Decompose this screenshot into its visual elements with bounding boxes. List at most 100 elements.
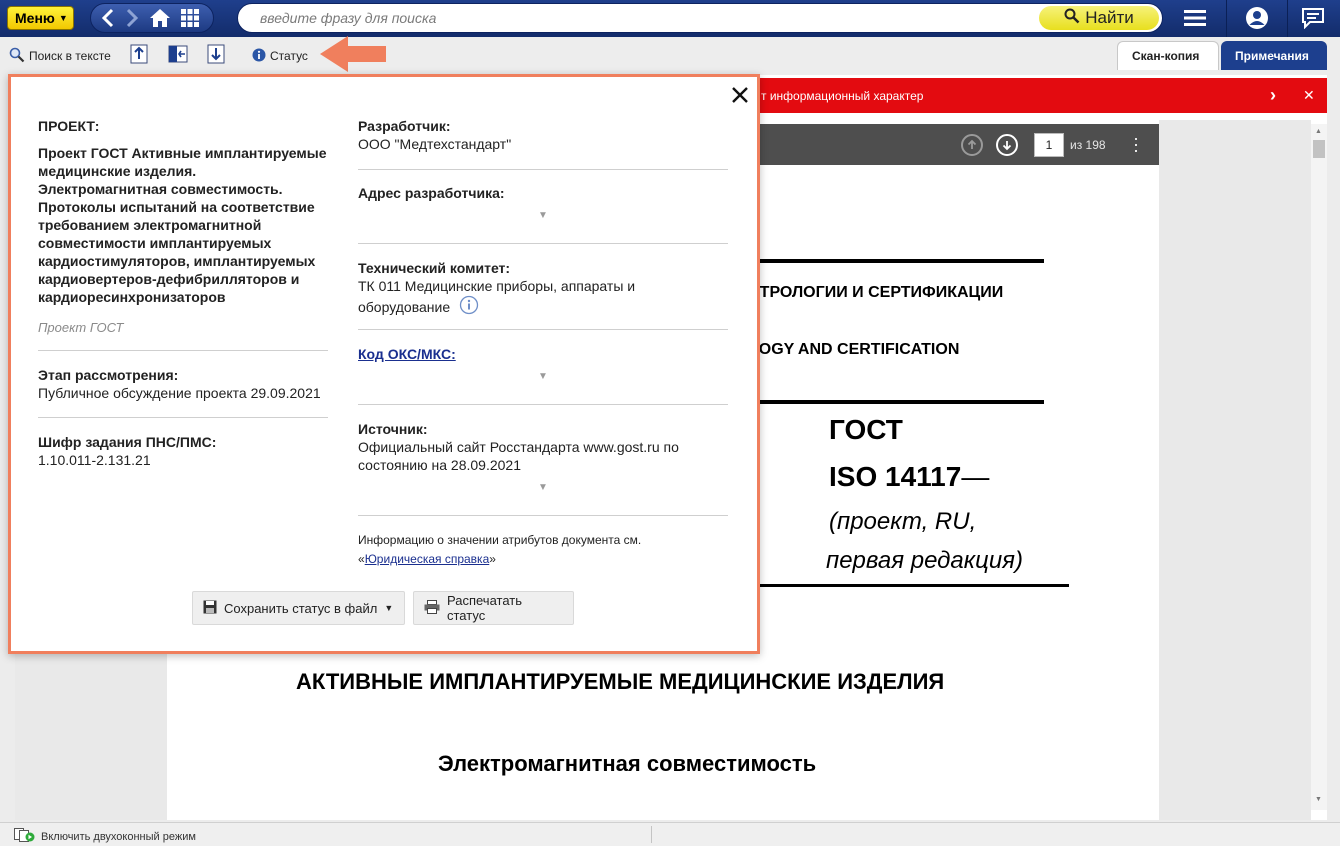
top-bar: Меню ▼ Найти: [0, 0, 1340, 37]
document-iso-number: ISO 14117: [829, 461, 962, 492]
legal-reference-link[interactable]: Юридическая справка: [365, 552, 490, 566]
search-in-text-button[interactable]: Поиск в тексте: [9, 46, 111, 66]
cipher-value: 1.10.011-2.131.21: [38, 452, 151, 468]
legal-info-note: Информацию о значении атрибутов документ…: [358, 531, 728, 569]
download-document-button[interactable]: [207, 44, 225, 65]
chevron-right-icon[interactable]: ›: [1270, 85, 1276, 106]
expand-triangle-icon[interactable]: ▼: [538, 210, 548, 221]
scroll-up-icon[interactable]: ▲: [1315, 128, 1322, 135]
project-title-line: требованием электромагнитной: [38, 217, 262, 233]
scroll-thumb[interactable]: [1313, 140, 1325, 158]
floppy-disk-icon: [203, 600, 217, 617]
page-number-input[interactable]: 1: [1034, 133, 1064, 157]
project-title-line: медицинские изделия.: [38, 163, 197, 179]
status-button-label: Статус: [270, 49, 308, 63]
scroll-down-icon[interactable]: ▼: [1315, 796, 1322, 803]
open-quote: «: [358, 552, 365, 566]
expand-triangle-icon[interactable]: ▼: [538, 482, 548, 493]
document-rule: [741, 259, 1044, 263]
magnifier-icon: [1064, 8, 1080, 29]
document-iso: ISO 14117—: [829, 461, 989, 493]
divider: [358, 169, 728, 170]
save-status-label: Сохранить статус в файл: [224, 600, 378, 616]
forward-arrow-icon[interactable]: [125, 8, 139, 28]
project-title-line: кардиовертеров-дефибрилляторов и: [38, 271, 300, 287]
legal-info-link-row: «Юридическая справка»: [358, 550, 728, 569]
stage-section: Этап рассмотрения: Публичное обсуждение …: [38, 366, 338, 402]
tab-notes-label: Примечания: [1235, 48, 1309, 63]
grid-icon[interactable]: [181, 9, 199, 27]
project-title-line: совместимости имплантируемых: [38, 235, 272, 251]
caret-down-icon: ▼: [58, 13, 68, 23]
committee-value-line2: оборудование: [358, 299, 451, 315]
menu-button-label: Меню: [15, 10, 55, 26]
previous-page-icon[interactable]: [961, 134, 983, 156]
home-icon[interactable]: [149, 8, 171, 28]
dropdown-caret-icon: ▼: [384, 603, 394, 613]
export-document-button[interactable]: [130, 44, 148, 65]
close-popup-icon[interactable]: [730, 85, 752, 107]
viewer-right-gutter: [1159, 120, 1311, 820]
divider: [358, 515, 728, 516]
info-circle-icon[interactable]: [459, 295, 479, 319]
expand-triangle-icon[interactable]: ▼: [538, 371, 548, 382]
source-value-line1: Официальный сайт Росстандарта www.gost.r…: [358, 439, 679, 455]
project-title-line: Проект ГОСТ Активные имплантируемые: [38, 145, 327, 161]
source-label: Источник:: [358, 421, 428, 437]
dual-window-toggle[interactable]: Включить двухоконный режим: [14, 828, 196, 845]
info-icon: [252, 48, 266, 65]
save-status-button[interactable]: Сохранить статус в файл ▼: [192, 591, 405, 625]
project-type: Проект ГОСТ: [38, 320, 124, 335]
project-title-line: кардиоресинхронизаторов: [38, 289, 226, 305]
more-options-icon[interactable]: · · ·: [1132, 129, 1140, 159]
find-button[interactable]: Найти: [1039, 6, 1159, 30]
developer-address-label: Адрес разработчика:: [358, 185, 505, 201]
document-gost: ГОСТ: [829, 414, 903, 445]
status-popup: ПРОЕКТ: Проект ГОСТ Активные имплантируе…: [8, 74, 760, 654]
alert-message: т информационный характер: [761, 89, 924, 103]
committee-label: Технический комитет:: [358, 260, 511, 276]
document-header-en: LOGY AND CERTIFICATION: [749, 341, 960, 358]
status-bar: Включить двухоконный режим: [0, 822, 1340, 846]
find-button-label: Найти: [1085, 8, 1134, 27]
user-profile-icon[interactable]: [1242, 4, 1272, 32]
dual-window-icon: [14, 828, 36, 845]
vertical-scrollbar[interactable]: ▲ ▼: [1311, 124, 1327, 810]
document-edition: первая редакция): [826, 547, 1023, 574]
developer-section: Разработчик: ООО "Медтехстандарт": [358, 117, 728, 153]
next-page-icon[interactable]: [996, 134, 1018, 156]
source-section: Источник: Официальный сайт Росстандарта …: [358, 420, 728, 474]
menu-button[interactable]: Меню ▼: [7, 6, 74, 30]
page-total: из 198: [1070, 138, 1106, 152]
print-status-button[interactable]: Распечатать статус: [413, 591, 574, 625]
project-title-line: Электромагнитная совместимость.: [38, 181, 283, 197]
search-input[interactable]: [260, 4, 1040, 32]
statusbar-divider: [651, 826, 652, 843]
status-button[interactable]: Статус: [252, 46, 308, 66]
callout-arrow-icon: [320, 36, 386, 72]
divider: [38, 350, 328, 351]
search-box: Найти: [237, 3, 1163, 33]
document-rule: [741, 400, 1044, 404]
oks-link[interactable]: Код ОКС/МКС:: [358, 345, 728, 363]
nav-group: [90, 3, 214, 33]
open-beside-button[interactable]: [168, 45, 188, 65]
cipher-section: Шифр задания ПНС/ПМС: 1.10.011-2.131.21: [38, 433, 338, 469]
search-in-text-label: Поиск в тексте: [29, 49, 111, 63]
divider: [358, 329, 728, 330]
document-rule: [760, 584, 1069, 587]
cipher-label: Шифр задания ПНС/ПМС:: [38, 434, 217, 450]
project-section: ПРОЕКТ: Проект ГОСТ Активные имплантируе…: [38, 117, 338, 337]
document-header-ru: ЕТРОЛОГИИ И СЕРТИФИКАЦИИ: [749, 284, 1004, 301]
developer-value: ООО "Медтехстандарт": [358, 136, 512, 152]
developer-label: Разработчик:: [358, 118, 451, 134]
developer-address-section: Адрес разработчика:: [358, 184, 728, 202]
chat-message-icon[interactable]: [1298, 4, 1328, 32]
back-arrow-icon[interactable]: [101, 8, 115, 28]
search-document-icon: [9, 47, 25, 66]
tab-notes[interactable]: Примечания: [1221, 41, 1327, 70]
tab-scan-copy[interactable]: Скан-копия: [1117, 41, 1219, 70]
tab-scan-copy-label: Скан-копия: [1132, 49, 1200, 63]
hamburger-menu-icon[interactable]: [1180, 4, 1210, 32]
close-alert-icon[interactable]: ✕: [1303, 87, 1315, 104]
